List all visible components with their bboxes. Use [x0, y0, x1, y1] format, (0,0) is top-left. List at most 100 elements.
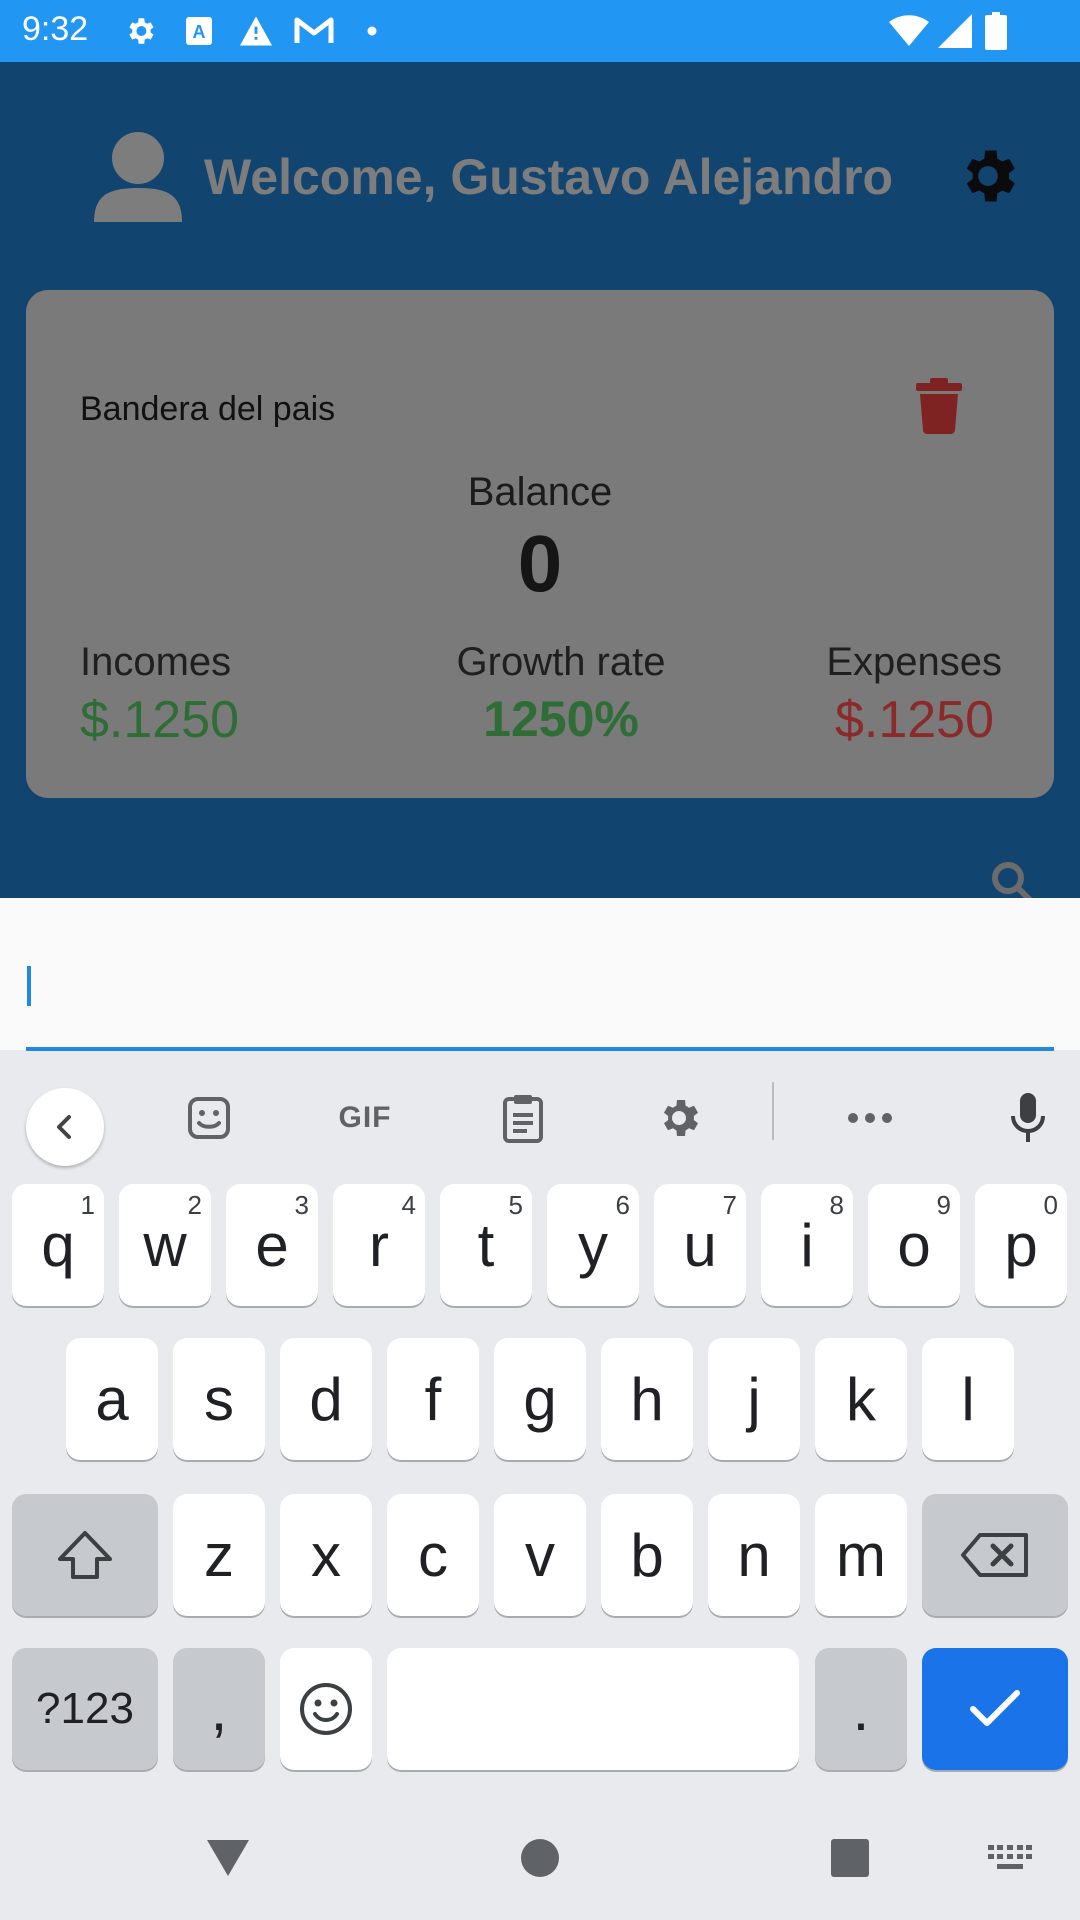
key-x[interactable]: x	[280, 1494, 372, 1616]
comma-key[interactable]: ,	[173, 1648, 265, 1770]
gear-icon[interactable]	[954, 142, 1022, 210]
microphone-icon[interactable]	[1000, 1080, 1056, 1156]
key-label: q	[41, 1211, 75, 1279]
key-w[interactable]: w2	[119, 1184, 211, 1306]
emoji-key[interactable]	[280, 1648, 372, 1770]
clipboard-icon[interactable]	[492, 1080, 554, 1156]
key-hint: 8	[829, 1190, 844, 1220]
key-label: t	[477, 1211, 495, 1279]
account-card[interactable]: Bandera del pais Balance 0 Incomes $.125…	[26, 290, 1054, 798]
balance-label: Balance	[467, 470, 613, 514]
key-label: .	[852, 1675, 870, 1743]
key-label: v	[525, 1521, 555, 1589]
key-y[interactable]: y6	[547, 1184, 639, 1306]
key-label: ,	[210, 1675, 228, 1743]
key-n[interactable]: n	[708, 1494, 800, 1616]
key-d[interactable]: d	[280, 1338, 372, 1460]
shift-key[interactable]	[12, 1494, 158, 1616]
space-key[interactable]	[387, 1648, 799, 1770]
key-label: l	[961, 1365, 975, 1433]
incomes-label: Incomes	[80, 640, 232, 684]
delete-icon[interactable]	[914, 378, 964, 434]
input-underline	[26, 1047, 1054, 1051]
key-hint: 0	[1043, 1190, 1058, 1220]
settings-icon	[120, 12, 160, 50]
key-e[interactable]: e3	[226, 1184, 318, 1306]
key-o[interactable]: o9	[868, 1184, 960, 1306]
key-b[interactable]: b	[601, 1494, 693, 1616]
battery-icon	[984, 12, 1008, 50]
key-u[interactable]: u7	[654, 1184, 746, 1306]
key-a[interactable]: a	[66, 1338, 158, 1460]
backspace-key[interactable]	[922, 1494, 1068, 1616]
key-h[interactable]: h	[601, 1338, 693, 1460]
search-input[interactable]	[0, 898, 1080, 1051]
key-g[interactable]: g	[494, 1338, 586, 1460]
key-m[interactable]: m	[815, 1494, 907, 1616]
key-z[interactable]: z	[173, 1494, 265, 1616]
sticker-icon[interactable]	[178, 1080, 240, 1156]
gif-button[interactable]: GIF	[322, 1080, 408, 1156]
key-hint: 7	[722, 1190, 737, 1220]
key-hint: 9	[936, 1190, 951, 1220]
key-t[interactable]: t5	[440, 1184, 532, 1306]
key-q[interactable]: q1	[12, 1184, 104, 1306]
growth-rate-label: Growth rate	[456, 640, 666, 684]
key-hint: 1	[80, 1190, 95, 1220]
key-label: n	[737, 1521, 771, 1589]
period-key[interactable]: .	[815, 1648, 907, 1770]
key-label: k	[846, 1365, 876, 1433]
text-a-icon: A	[182, 12, 216, 50]
status-time: 9:32	[22, 10, 89, 48]
welcome-title: Welcome, Gustavo Alejandro	[204, 149, 894, 205]
wifi-icon	[888, 12, 930, 50]
gmail-icon	[292, 12, 336, 50]
recents-nav-icon[interactable]	[822, 1836, 878, 1880]
key-p[interactable]: p0	[975, 1184, 1067, 1306]
key-j[interactable]: j	[708, 1338, 800, 1460]
key-v[interactable]: v	[494, 1494, 586, 1616]
key-label: s	[204, 1365, 234, 1433]
keyboard-switch-icon[interactable]	[980, 1842, 1040, 1876]
key-l[interactable]: l	[922, 1338, 1014, 1460]
check-icon	[970, 1690, 1020, 1726]
key-s[interactable]: s	[173, 1338, 265, 1460]
country-flag-label: Bandera del pais	[80, 390, 336, 428]
navigation-bar	[0, 1790, 1080, 1920]
avatar-icon[interactable]	[92, 130, 184, 222]
key-hint: 5	[508, 1190, 523, 1220]
key-hint: 6	[615, 1190, 630, 1220]
key-label: c	[418, 1521, 448, 1589]
search-icon[interactable]	[990, 860, 1034, 898]
back-icon[interactable]	[26, 1088, 104, 1166]
key-i[interactable]: i8	[761, 1184, 853, 1306]
key-label: b	[630, 1521, 664, 1589]
key-label: i	[800, 1211, 814, 1279]
svg-text:A: A	[193, 22, 206, 42]
key-label: r	[369, 1211, 389, 1279]
key-label: x	[311, 1521, 341, 1589]
signal-icon	[936, 12, 974, 50]
key-k[interactable]: k	[815, 1338, 907, 1460]
key-label: ?123	[36, 1684, 134, 1733]
key-c[interactable]: c	[387, 1494, 479, 1616]
key-label: g	[523, 1365, 557, 1433]
emoji-icon	[300, 1683, 352, 1735]
key-label: m	[836, 1521, 886, 1589]
key-f[interactable]: f	[387, 1338, 479, 1460]
gear-icon[interactable]	[648, 1080, 710, 1156]
app-content: Welcome, Gustavo Alejandro Bandera del p…	[0, 62, 1080, 898]
back-nav-icon[interactable]	[198, 1836, 258, 1880]
key-label: o	[897, 1211, 931, 1279]
key-hint: 2	[187, 1190, 202, 1220]
key-hint: 3	[294, 1190, 309, 1220]
more-icon[interactable]	[840, 1080, 900, 1156]
symbols-key[interactable]: ?123	[12, 1648, 158, 1770]
key-label: j	[747, 1365, 761, 1433]
key-r[interactable]: r4	[333, 1184, 425, 1306]
shift-icon	[58, 1531, 112, 1579]
home-nav-icon[interactable]	[512, 1836, 568, 1880]
toolbar-divider	[772, 1082, 774, 1140]
incomes-value: $.1250	[80, 691, 240, 749]
done-key[interactable]	[922, 1648, 1068, 1770]
